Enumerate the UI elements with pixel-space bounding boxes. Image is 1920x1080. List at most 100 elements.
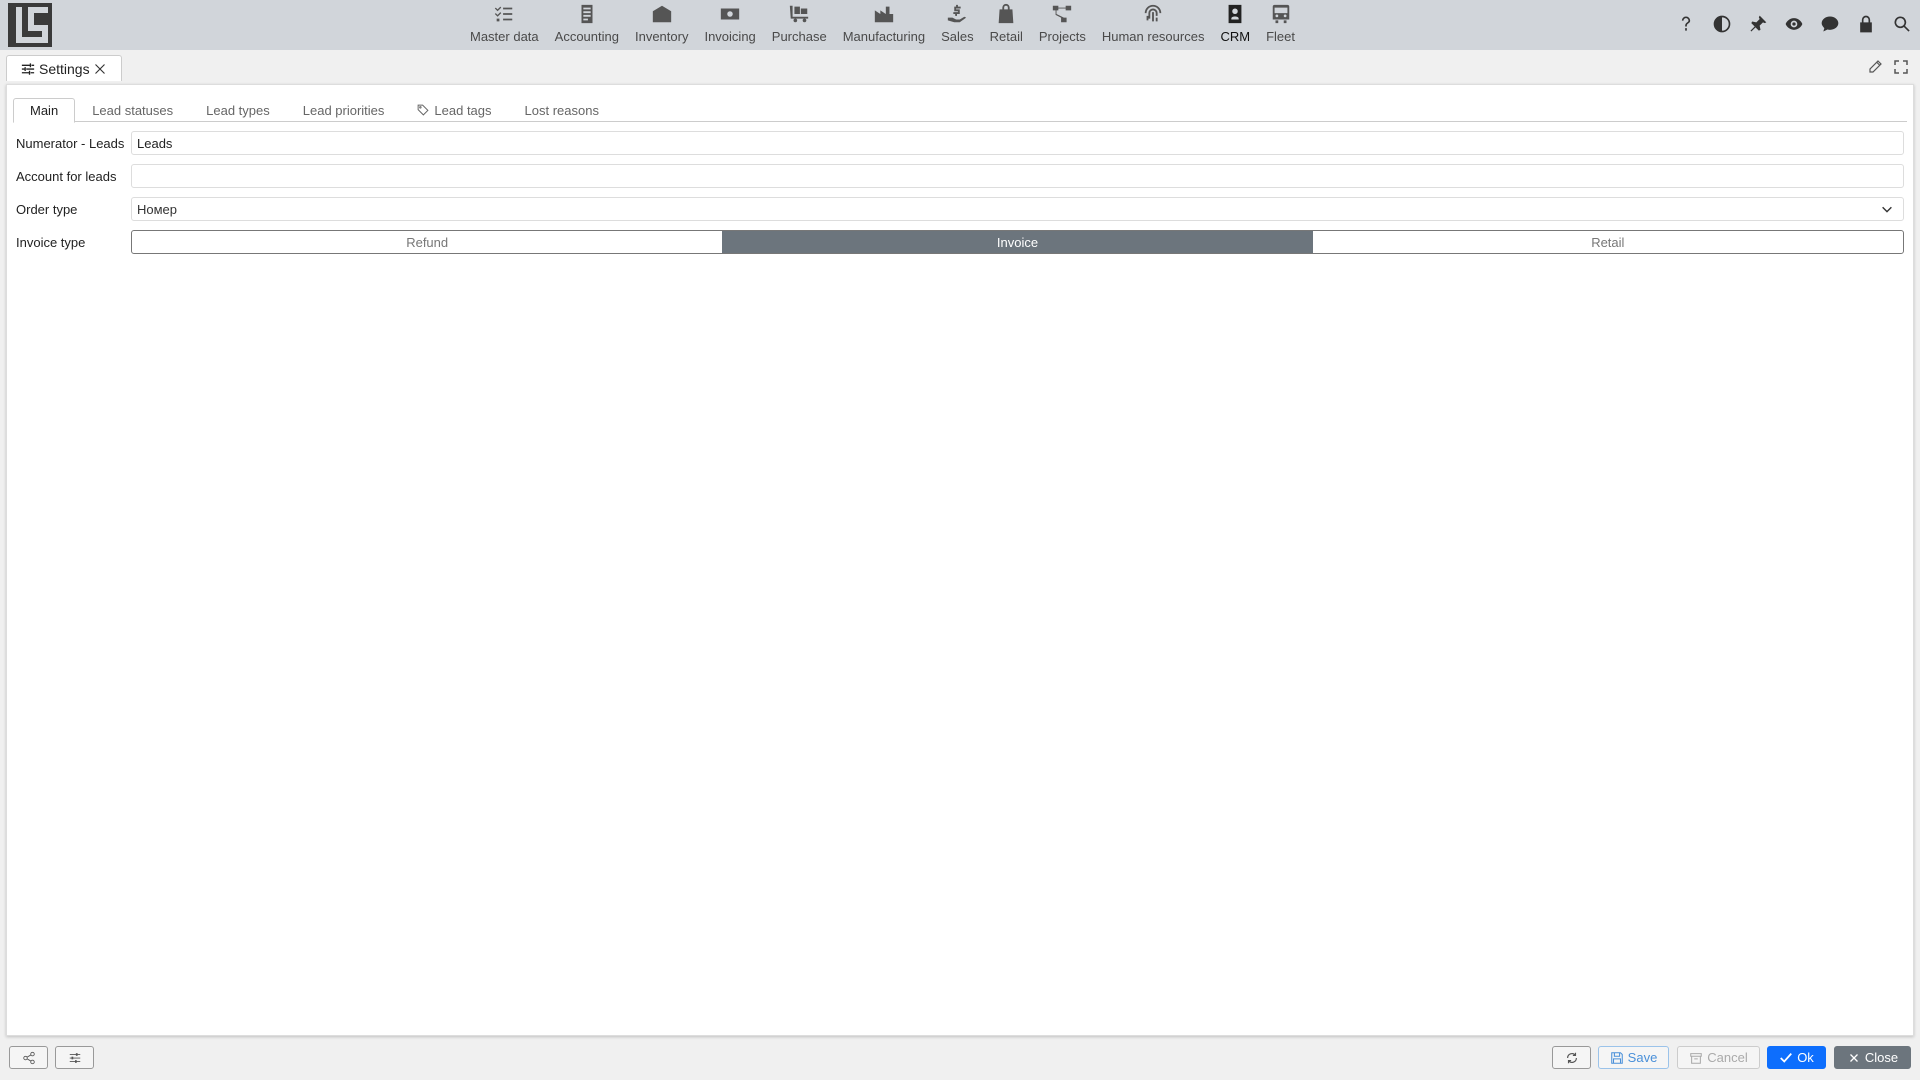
close-button[interactable]: Close (1834, 1046, 1911, 1069)
ledger-icon (581, 4, 593, 24)
expand-icon (1894, 60, 1908, 74)
module-inventory[interactable]: Inventory (627, 0, 696, 50)
search-button[interactable] (1890, 12, 1914, 36)
checklist-icon (495, 6, 513, 22)
cancel-button[interactable]: Cancel (1677, 1046, 1760, 1069)
chevron-down-icon (1882, 206, 1892, 213)
sliders-icon (21, 62, 35, 75)
tab-settings[interactable]: Settings (6, 55, 122, 81)
fingerprint-icon (1144, 4, 1162, 22)
subtab-lead-tags-label: Lead tags (434, 102, 492, 118)
search-icon (1894, 16, 1910, 32)
module-invoicing[interactable]: Invoicing (696, 0, 763, 50)
invoice-type-invoice[interactable]: Invoice (722, 231, 1313, 253)
share-icon (22, 1051, 35, 1064)
pin-icon (1750, 15, 1767, 32)
eye-icon (1785, 18, 1803, 30)
sliders-icon (69, 1052, 80, 1063)
tab-settings-label: Settings (39, 60, 90, 77)
close-icon (94, 63, 105, 74)
contrast-icon (1713, 15, 1731, 33)
subtab-main[interactable]: Main (13, 98, 76, 123)
numerator-input[interactable] (131, 131, 1904, 155)
save-label: Save (1627, 1050, 1658, 1065)
form-settings-button[interactable] (55, 1046, 94, 1069)
close-label: Close (1864, 1050, 1899, 1065)
cancel-label: Cancel (1707, 1050, 1748, 1065)
save-icon (1610, 1051, 1623, 1064)
subtab-lead-types[interactable]: Lead types (190, 98, 286, 122)
document-tab-bar: Settings (0, 50, 1920, 81)
check-icon (1780, 1052, 1793, 1063)
view-button[interactable] (1782, 12, 1806, 36)
lock-button[interactable] (1854, 12, 1878, 36)
refresh-icon (1566, 1052, 1577, 1063)
account-label: Account for leads (16, 168, 117, 184)
settings-subtabs: Main Lead statuses Lead types Lead prior… (13, 98, 1907, 123)
subtab-lead-priorities[interactable]: Lead priorities (287, 98, 401, 122)
theme-toggle-button[interactable] (1710, 12, 1734, 36)
module-purchase[interactable]: Purchase (764, 0, 835, 50)
subtab-lead-statuses[interactable]: Lead statuses (76, 98, 189, 122)
order-type-select[interactable]: Номер (131, 197, 1904, 221)
pin-button[interactable] (1746, 12, 1770, 36)
numerator-row: Numerator - Leads (16, 131, 1904, 155)
subtab-lead-statuses-label: Lead statuses (92, 102, 174, 118)
invoice-type-row: Invoice type Refund Invoice Retail (16, 230, 1904, 254)
module-crm[interactable]: CRM (1212, 0, 1258, 50)
chat-icon (1821, 16, 1839, 32)
bus-icon (1272, 4, 1289, 24)
settings-panel: Main Lead statuses Lead types Lead prior… (6, 84, 1914, 1036)
order-type-value: Номер (137, 201, 178, 217)
module-retail[interactable]: Retail (982, 0, 1031, 50)
invoice-type-label: Invoice type (16, 234, 86, 250)
banknote-icon (720, 8, 740, 20)
invoice-type-refund[interactable]: Refund (132, 231, 722, 253)
subtab-lost-reasons[interactable]: Lost reasons (509, 98, 615, 122)
account-input[interactable] (131, 164, 1904, 188)
chat-button[interactable] (1818, 12, 1842, 36)
pencil-icon (1869, 60, 1882, 73)
header-actions (1674, 12, 1914, 36)
hand-coin-icon (948, 4, 967, 23)
ok-button[interactable]: Ok (1767, 1046, 1826, 1069)
shopping-bag-icon (998, 3, 1014, 24)
close-icon (1849, 1053, 1858, 1062)
module-manufacturing[interactable]: Manufacturing (835, 0, 933, 50)
share-button[interactable] (9, 1046, 48, 1069)
help-icon (1681, 16, 1691, 31)
module-master-data[interactable]: Master data (462, 0, 547, 50)
edit-button[interactable] (1866, 58, 1884, 76)
invoice-type-retail[interactable]: Retail (1313, 231, 1903, 253)
subtab-lead-types-label: Lead types (206, 102, 270, 118)
project-tree-icon (1053, 5, 1072, 23)
invoice-type-segmented: Refund Invoice Retail (131, 230, 1904, 254)
bottom-toolbar: Save Cancel Ok Close (0, 1040, 1920, 1080)
module-sales[interactable]: Sales (933, 0, 982, 50)
module-human-resources[interactable]: Human resources (1094, 0, 1213, 50)
panel-actions (1866, 58, 1910, 76)
fullscreen-button[interactable] (1892, 58, 1910, 76)
help-button[interactable] (1674, 12, 1698, 36)
refresh-button[interactable] (1552, 1046, 1591, 1069)
archive-icon (1690, 1052, 1703, 1064)
module-projects[interactable]: Projects (1031, 0, 1094, 50)
numerator-label: Numerator - Leads (16, 135, 125, 151)
contact-card-icon (1228, 4, 1242, 24)
top-navbar: Master data Accounting Inventory Invoici… (0, 0, 1920, 50)
module-fleet[interactable]: Fleet (1258, 0, 1303, 50)
subtab-main-label: Main (30, 103, 59, 118)
module-menu: Master data Accounting Inventory Invoici… (462, 0, 1303, 50)
account-row: Account for leads (16, 164, 1904, 188)
subtab-lead-priorities-label: Lead priorities (302, 102, 385, 118)
save-button[interactable]: Save (1598, 1046, 1669, 1069)
order-type-row: Order type Номер (16, 197, 1904, 221)
close-tab-button[interactable] (94, 61, 110, 77)
order-type-label: Order type (16, 201, 78, 217)
ok-label: Ok (1797, 1050, 1814, 1065)
app-logo[interactable] (8, 3, 52, 47)
tag-icon (418, 104, 429, 116)
module-accounting[interactable]: Accounting (547, 0, 627, 50)
subtab-lead-tags[interactable]: Lead tags (401, 98, 507, 122)
lock-icon (1860, 15, 1872, 33)
